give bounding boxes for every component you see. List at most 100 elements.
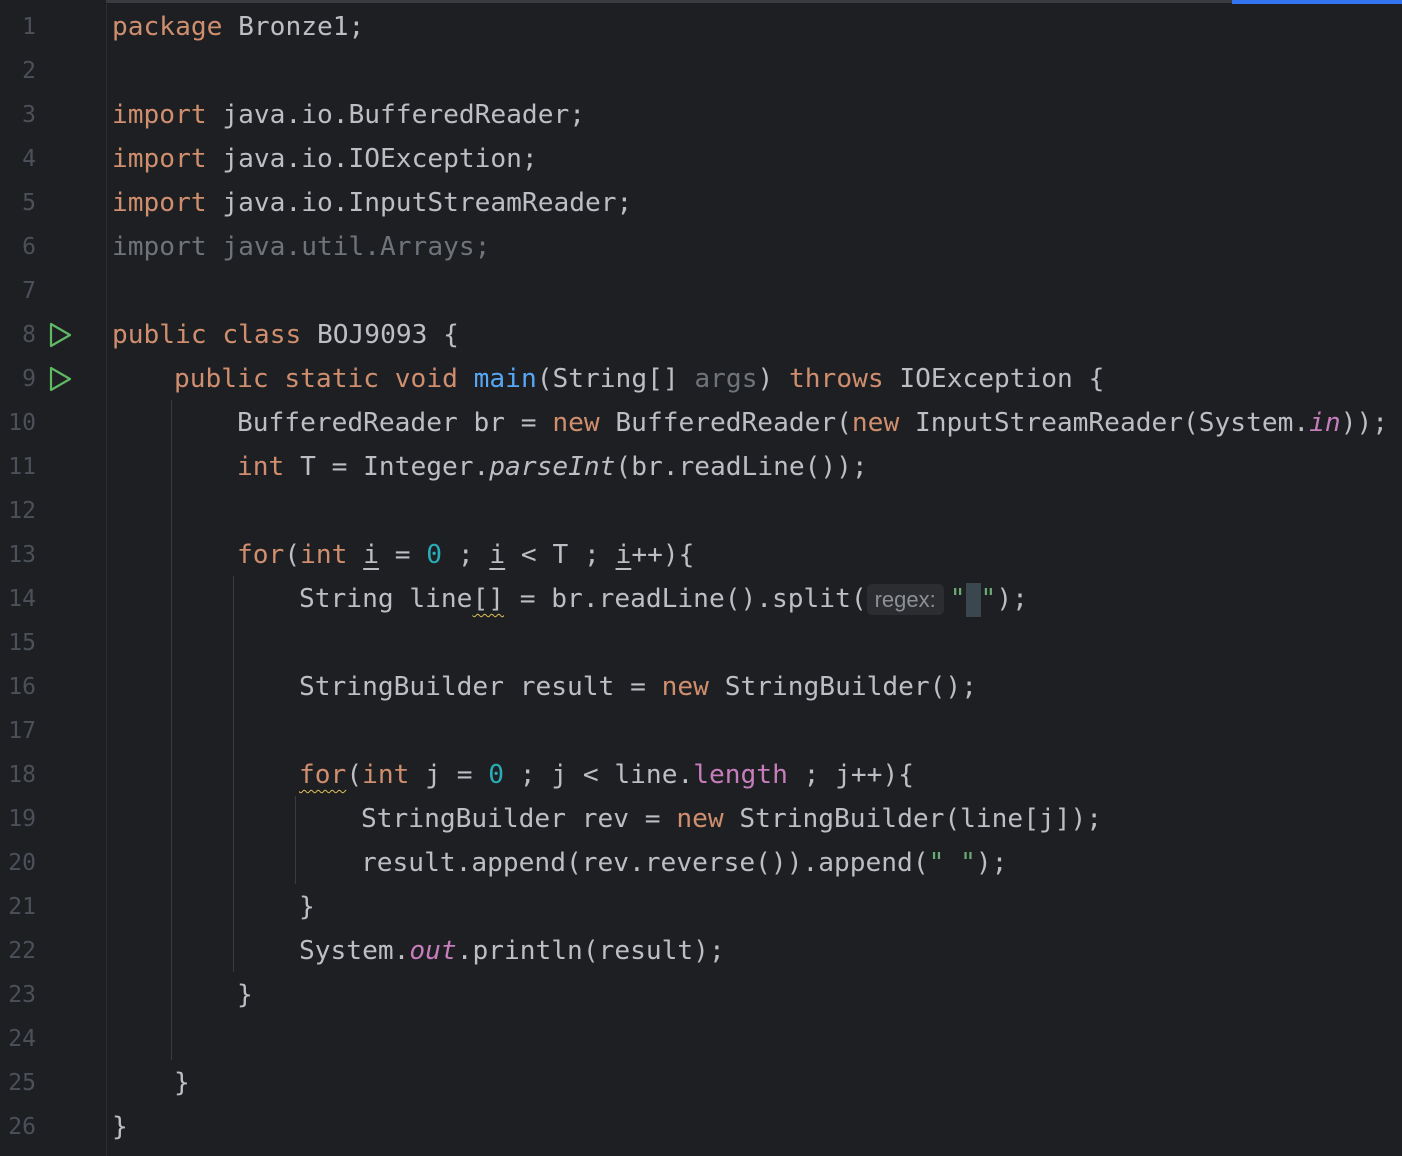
code-text: BufferedReader br =: [237, 408, 553, 438]
line-number: 11: [8, 454, 36, 480]
code-line-21[interactable]: }: [299, 885, 315, 929]
code-text: InputStreamReader(System.: [899, 408, 1310, 438]
code-line-4[interactable]: import java.io.IOException;: [112, 137, 538, 181]
line-number: 7: [22, 278, 36, 304]
run-main-icon[interactable]: [47, 366, 73, 392]
keyword: static: [284, 364, 379, 394]
code-text: }: [237, 980, 253, 1010]
keyword: public: [112, 320, 207, 350]
indent-guide: [233, 576, 234, 972]
code-line-23[interactable]: }: [237, 973, 253, 1017]
string-literal: ": [949, 584, 966, 614]
number-literal: 0: [488, 760, 505, 790]
indent-guide: [171, 400, 172, 1060]
line-number: 25: [8, 1070, 36, 1096]
line-number: 19: [8, 806, 36, 832]
code-text: java.io.BufferedReader;: [206, 100, 585, 130]
keyword: int: [362, 760, 410, 790]
code-text: java.io.IOException;: [206, 144, 538, 174]
code-line-8[interactable]: public class BOJ9093 {: [112, 313, 459, 357]
code-text: result.append(rev.reverse()).append(: [361, 848, 929, 878]
line-number: 10: [8, 410, 36, 436]
static-field: in: [1309, 408, 1341, 438]
code-text: j =: [409, 760, 489, 790]
keyword: int: [237, 452, 285, 482]
keyword: class: [222, 320, 302, 350]
code-text: java.io.InputStreamReader;: [206, 188, 633, 218]
code-text: IOException {: [883, 364, 1105, 394]
line-number: 17: [8, 718, 36, 744]
code-text: (br.readLine());: [615, 452, 868, 482]
code-editor[interactable]: 1 2 3 4 5 6 7 8 9 10 11 12 13 14 15 16 1…: [0, 0, 1402, 1156]
line-number: 26: [8, 1114, 36, 1140]
code-text: StringBuilder();: [708, 672, 977, 702]
code-text: ;: [442, 540, 490, 570]
code-line-19[interactable]: StringBuilder rev = new StringBuilder(li…: [361, 797, 1102, 841]
code-text: }: [299, 892, 315, 922]
code-line-5[interactable]: import java.io.InputStreamReader;: [112, 181, 632, 225]
keyword: new: [661, 672, 709, 702]
string-literal: " ": [928, 848, 976, 878]
line-number: 6: [22, 234, 36, 260]
code-text: StringBuilder(line[j]);: [723, 804, 1103, 834]
code-text: String line: [299, 584, 473, 614]
code-line-16[interactable]: StringBuilder result = new StringBuilder…: [299, 665, 977, 709]
unused-import: import java.util.Arrays;: [112, 232, 491, 262]
code-text: = br.readLine().split(: [503, 584, 867, 614]
code-text: (: [346, 760, 363, 790]
line-number: 14: [8, 586, 36, 612]
keyword: new: [851, 408, 900, 438]
code-line-14[interactable]: String line[] = br.readLine().split(rege…: [299, 577, 1028, 622]
keyword: new: [552, 408, 600, 438]
line-number: 2: [22, 58, 36, 84]
keyword-with-warning: for: [299, 760, 347, 790]
code-text: ++){: [631, 540, 695, 570]
code-line-25[interactable]: }: [174, 1061, 190, 1105]
code-line-26[interactable]: }: [112, 1105, 128, 1149]
code-line-22[interactable]: System.out.println(result);: [299, 929, 725, 973]
method-name: main: [473, 364, 537, 394]
code-line-18[interactable]: for(int j = 0 ; j < line.length ; j++){: [299, 753, 914, 797]
code-text: ): [757, 364, 790, 394]
code-line-20[interactable]: result.append(rev.reverse()).append(" ")…: [361, 841, 1007, 885]
keyword: package: [112, 12, 223, 42]
code-text: BOJ9093 {: [301, 320, 459, 350]
run-class-icon[interactable]: [47, 322, 73, 348]
code-text: T = Integer.: [284, 452, 490, 482]
active-tab-indicator: [1232, 0, 1402, 4]
keyword: import: [112, 144, 207, 174]
line-number: 4: [22, 146, 36, 172]
line-number: 1: [22, 14, 36, 40]
keyword: new: [676, 804, 724, 834]
code-text: );: [975, 848, 1008, 878]
line-number: 12: [8, 498, 36, 524]
line-number: 8: [22, 322, 36, 348]
keyword: public: [174, 364, 269, 394]
code-text: < T ;: [505, 540, 616, 570]
code-line-3[interactable]: import java.io.BufferedReader;: [112, 93, 585, 137]
code-text: BufferedReader(: [599, 408, 852, 438]
parameter-hint: regex:: [866, 584, 944, 615]
code-text: }: [174, 1068, 190, 1098]
line-number: 22: [8, 938, 36, 964]
c-style-array-warning: []: [472, 584, 504, 614]
code-text: System.: [299, 936, 410, 966]
code-line-11[interactable]: int T = Integer.parseInt(br.readLine());: [237, 445, 868, 489]
code-line-9[interactable]: public static void main(String[] args) t…: [174, 357, 1104, 401]
line-number: 5: [22, 190, 36, 216]
keyword: int: [300, 540, 348, 570]
indent-guide: [295, 796, 296, 884]
unused-param: args: [694, 364, 758, 394]
keyword: import: [112, 100, 207, 130]
code-line-1[interactable]: package Bronze1;: [112, 5, 364, 49]
code-line-6[interactable]: import java.util.Arrays;: [112, 225, 490, 269]
code-text: ; j++){: [787, 760, 914, 790]
code-text: .println(result);: [456, 936, 725, 966]
line-number-gutter[interactable]: 1 2 3 4 5 6 7 8 9 10 11 12 13 14 15 16 1…: [0, 0, 106, 1156]
code-text: ));: [1340, 408, 1388, 438]
code-line-13[interactable]: for(int i = 0 ; i < T ; i++){: [237, 533, 694, 577]
line-number: 23: [8, 982, 36, 1008]
code-line-10[interactable]: BufferedReader br = new BufferedReader(n…: [237, 401, 1388, 445]
line-number: 15: [8, 630, 36, 656]
code-text: =: [378, 540, 427, 570]
